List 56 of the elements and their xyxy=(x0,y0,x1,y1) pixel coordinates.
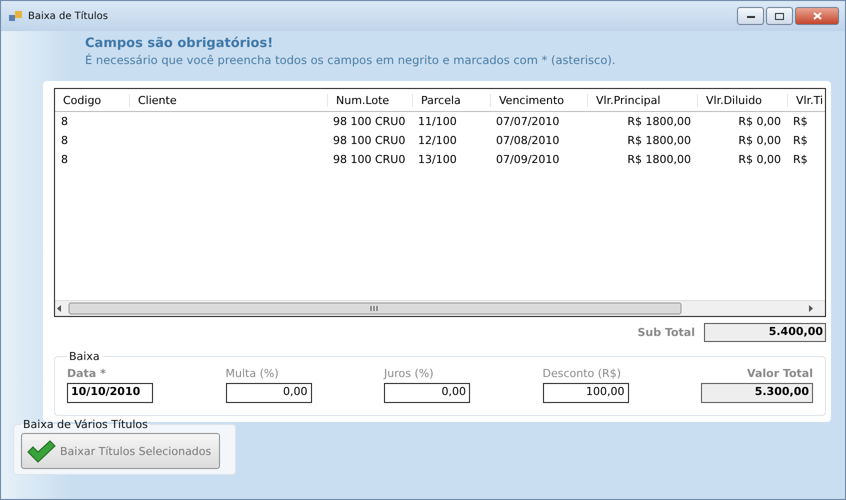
column-header[interactable]: Cliente xyxy=(129,94,327,106)
table-cell-text: 07/07/2010 xyxy=(495,115,560,128)
table-cell-text: R$ 0,00 xyxy=(737,115,782,128)
table-cell-text: 07/09/2010 xyxy=(495,153,560,166)
checkmark-icon xyxy=(26,439,56,463)
table-cell-text: 8 xyxy=(60,153,69,166)
notice-text: É necessário que você preencha todos os campos em negrito e marcados com * (asterisco). xyxy=(85,53,617,67)
field-label: Multa (%) xyxy=(226,367,279,380)
input-field[interactable]: 0,00 xyxy=(384,383,470,403)
table-cell-text: 8 xyxy=(60,134,69,147)
input-field[interactable]: 100,00 xyxy=(542,383,628,403)
horizontal-scrollbar[interactable] xyxy=(55,300,825,316)
table-cell-text: 07/08/2010 xyxy=(495,134,560,147)
subtotal-field: 5.400,00 xyxy=(704,323,826,342)
column-header[interactable]: Parcela xyxy=(412,94,490,106)
column-header[interactable]: Codigo xyxy=(55,94,129,106)
minimize-icon xyxy=(746,14,754,18)
field-label: Valor Total xyxy=(747,367,813,380)
minimize-button[interactable] xyxy=(737,7,764,25)
table-cell-text: R$ 0,00 xyxy=(737,134,782,147)
table-cell-text: R$ 0,00 xyxy=(737,153,782,166)
table-cell-text: 98 100 CRU0 xyxy=(332,134,406,147)
total-field: 5.300,00 xyxy=(701,383,813,403)
table-cell-text: 11/100 xyxy=(417,115,458,128)
close-button[interactable] xyxy=(795,7,839,25)
column-header[interactable]: Vlr.Ti xyxy=(787,94,825,106)
table-cell-text: R$ xyxy=(792,134,809,147)
column-header[interactable]: Vencimento xyxy=(490,94,587,106)
input-field[interactable]: 10/10/2010 xyxy=(67,383,153,403)
close-icon xyxy=(812,12,822,20)
maximize-button[interactable] xyxy=(766,7,793,25)
column-header[interactable]: Vlr.Principal xyxy=(587,94,697,106)
field-label: Data * xyxy=(67,367,106,380)
input-field[interactable]: 0,00 xyxy=(226,383,312,403)
table-cell-text: 98 100 CRU0 xyxy=(332,115,406,128)
app-icon xyxy=(9,10,22,22)
group-title: Baixa de Vários Títulos xyxy=(22,418,149,431)
table-cell-text: R$ 1800,00 xyxy=(626,115,692,128)
maximize-icon xyxy=(775,12,784,20)
notice-title: Campos são obrigatórios! xyxy=(85,36,274,51)
group-title: Baixa xyxy=(68,350,101,363)
table-cell-text: 13/100 xyxy=(417,153,458,166)
batch-button[interactable]: Baixar Títulos Selecionados xyxy=(21,433,220,469)
window-title: Baixa de Títulos xyxy=(28,10,109,22)
table-cell-text: R$ 1800,00 xyxy=(626,134,692,147)
table-cell-text: 8 xyxy=(60,115,69,128)
field-label: Desconto (R$) xyxy=(542,367,621,380)
table-cell-text: 98 100 CRU0 xyxy=(332,153,406,166)
table-cell-text: R$ xyxy=(792,153,809,166)
table-cell-text: 12/100 xyxy=(417,134,458,147)
column-header[interactable]: Num.Lote xyxy=(327,94,412,106)
table-cell-text: R$ 1800,00 xyxy=(626,153,692,166)
table-cell-text: R$ xyxy=(792,115,809,128)
column-header[interactable]: Vlr.Diluido xyxy=(697,94,787,106)
subtotal-label: Sub Total xyxy=(637,326,695,339)
field-label: Juros (%) xyxy=(384,367,434,380)
